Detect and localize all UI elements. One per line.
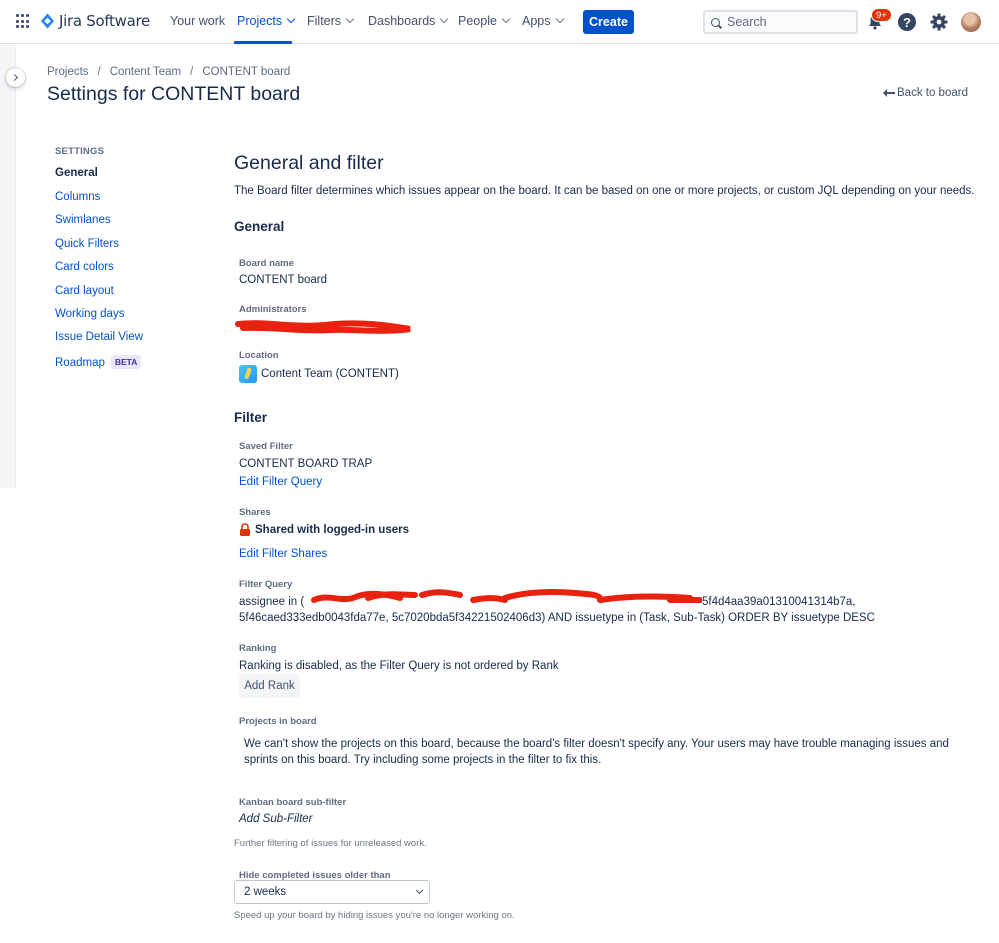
chevron-down-icon <box>555 14 564 24</box>
nav-dashboards-label: Dashboards <box>368 14 436 28</box>
nav-filters-label: Filters <box>307 14 342 28</box>
arrow-back-icon <box>883 89 895 97</box>
sidebar-item-general[interactable]: General <box>55 167 98 179</box>
app-switcher-icon[interactable] <box>16 14 31 29</box>
search-icon <box>711 17 720 27</box>
nav-people-label: People <box>458 14 497 28</box>
redaction-scribble <box>235 320 411 334</box>
ranking-value: Ranking is disabled, as the Filter Query… <box>239 660 559 672</box>
shares-text: Shared with logged-in users <box>255 523 409 536</box>
sidebar-item-columns[interactable]: Columns <box>55 191 100 203</box>
board-name-value[interactable]: CONTENT board <box>239 274 327 286</box>
page-title: Settings for CONTENT board <box>47 83 301 105</box>
add-rank-button[interactable]: Add Rank <box>239 674 300 698</box>
nav-projects[interactable]: Projects <box>237 14 296 28</box>
nav-your-work[interactable]: Your work <box>170 14 225 28</box>
settings-heading: SETTINGS <box>55 146 105 157</box>
jira-logo[interactable]: Jira Software <box>40 12 150 30</box>
section-title: General and filter <box>234 152 384 174</box>
subfilter-label: Kanban board sub-filter <box>239 797 347 808</box>
sidebar-item-card-colors[interactable]: Card colors <box>55 261 114 273</box>
chevron-down-icon <box>286 14 296 24</box>
breadcrumb: Projects / Content Team / CONTENT board <box>47 66 290 78</box>
filter-heading: Filter <box>234 410 268 425</box>
lock-icon <box>240 523 250 536</box>
shares-value: Shared with logged-in users <box>239 523 409 536</box>
hide-completed-select[interactable]: 2 weeks <box>234 880 430 904</box>
active-nav-indicator <box>234 41 292 44</box>
administrators-label: Administrators <box>239 304 307 315</box>
breadcrumb-separator: / <box>190 66 194 78</box>
chevron-right-icon <box>10 73 19 82</box>
ranking-label: Ranking <box>239 643 277 654</box>
add-subfilter-link[interactable]: Add Sub-Filter <box>239 813 313 825</box>
breadcrumb-separator: / <box>97 66 101 78</box>
breadcrumb-projects[interactable]: Projects <box>47 66 89 78</box>
chevron-down-icon <box>440 14 449 24</box>
section-description: The Board filter determines which issues… <box>234 185 975 197</box>
nav-apps-label: Apps <box>522 14 551 28</box>
search-input[interactable] <box>727 15 847 29</box>
notification-badge: 9+ <box>871 8 892 22</box>
nav-your-work-label: Your work <box>170 14 226 28</box>
board-name-label: Board name <box>239 258 294 269</box>
nav-apps[interactable]: Apps <box>522 14 564 28</box>
filter-query-suffix: 5f4d4aa39a01310041314b7a, <box>702 596 856 608</box>
sidebar-item-quick-filters[interactable]: Quick Filters <box>55 238 119 250</box>
sidebar-item-issue-detail-view[interactable]: Issue Detail View <box>55 331 143 343</box>
redaction-scribble <box>311 589 702 603</box>
location-text: Content Team (CONTENT) <box>261 368 399 380</box>
product-name: Jira Software <box>59 12 150 30</box>
edit-filter-shares-link[interactable]: Edit Filter Shares <box>239 548 327 560</box>
saved-filter-label: Saved Filter <box>239 441 293 452</box>
search-box[interactable] <box>703 10 858 34</box>
edit-filter-query-link[interactable]: Edit Filter Query <box>239 476 322 488</box>
projects-warning: We can't show the projects on this board… <box>244 738 949 766</box>
create-button[interactable]: Create <box>583 10 634 34</box>
gear-icon[interactable] <box>929 12 949 32</box>
breadcrumb-project[interactable]: Content Team <box>110 66 181 78</box>
sidebar-item-card-layout[interactable]: Card layout <box>55 285 114 297</box>
beta-badge: BETA <box>110 355 142 369</box>
filter-query-label: Filter Query <box>239 579 293 590</box>
back-to-board-link[interactable]: Back to board <box>883 87 968 99</box>
sidebar-rail <box>0 45 16 488</box>
projects-in-board-label: Projects in board <box>239 716 317 727</box>
subfilter-help: Further filtering of issues for unreleas… <box>234 838 427 849</box>
breadcrumb-board[interactable]: CONTENT board <box>202 66 290 78</box>
hide-completed-help: Speed up your board by hiding issues you… <box>234 910 515 921</box>
sidebar-item-roadmap-label: Roadmap <box>55 357 105 369</box>
project-avatar-icon <box>239 365 257 383</box>
nav-projects-label: Projects <box>237 14 283 28</box>
back-to-board-label: Back to board <box>897 87 968 99</box>
shares-label: Shares <box>239 507 271 518</box>
sidebar-item-working-days[interactable]: Working days <box>55 308 124 320</box>
chevron-down-icon <box>501 14 511 24</box>
nav-people[interactable]: People <box>458 14 511 28</box>
jira-diamond-icon <box>40 13 55 29</box>
nav-dashboards[interactable]: Dashboards <box>368 14 449 28</box>
help-icon[interactable]: ? <box>898 13 916 31</box>
location-label: Location <box>239 350 279 361</box>
sidebar-item-swimlanes[interactable]: Swimlanes <box>55 214 111 226</box>
chevron-down-icon <box>345 14 355 24</box>
filter-query-prefix: assignee in ( <box>239 596 305 608</box>
nav-filters[interactable]: Filters <box>307 14 355 28</box>
expand-sidebar-button[interactable] <box>6 68 25 87</box>
top-navigation: Jira Software Your work Projects Filters… <box>0 0 999 44</box>
general-heading: General <box>234 219 285 234</box>
user-avatar[interactable] <box>961 12 981 32</box>
sidebar-item-roadmap[interactable]: Roadmap BETA <box>55 355 142 369</box>
saved-filter-value: CONTENT BOARD TRAP <box>239 458 373 470</box>
hide-completed-value: 2 weeks <box>244 886 287 898</box>
filter-query-line-2: 5f46caed333edb0043fda77e, 5c7020bda5f342… <box>239 612 875 624</box>
location-value[interactable]: Content Team (CONTENT) <box>239 365 399 383</box>
chevron-down-icon <box>415 886 424 895</box>
